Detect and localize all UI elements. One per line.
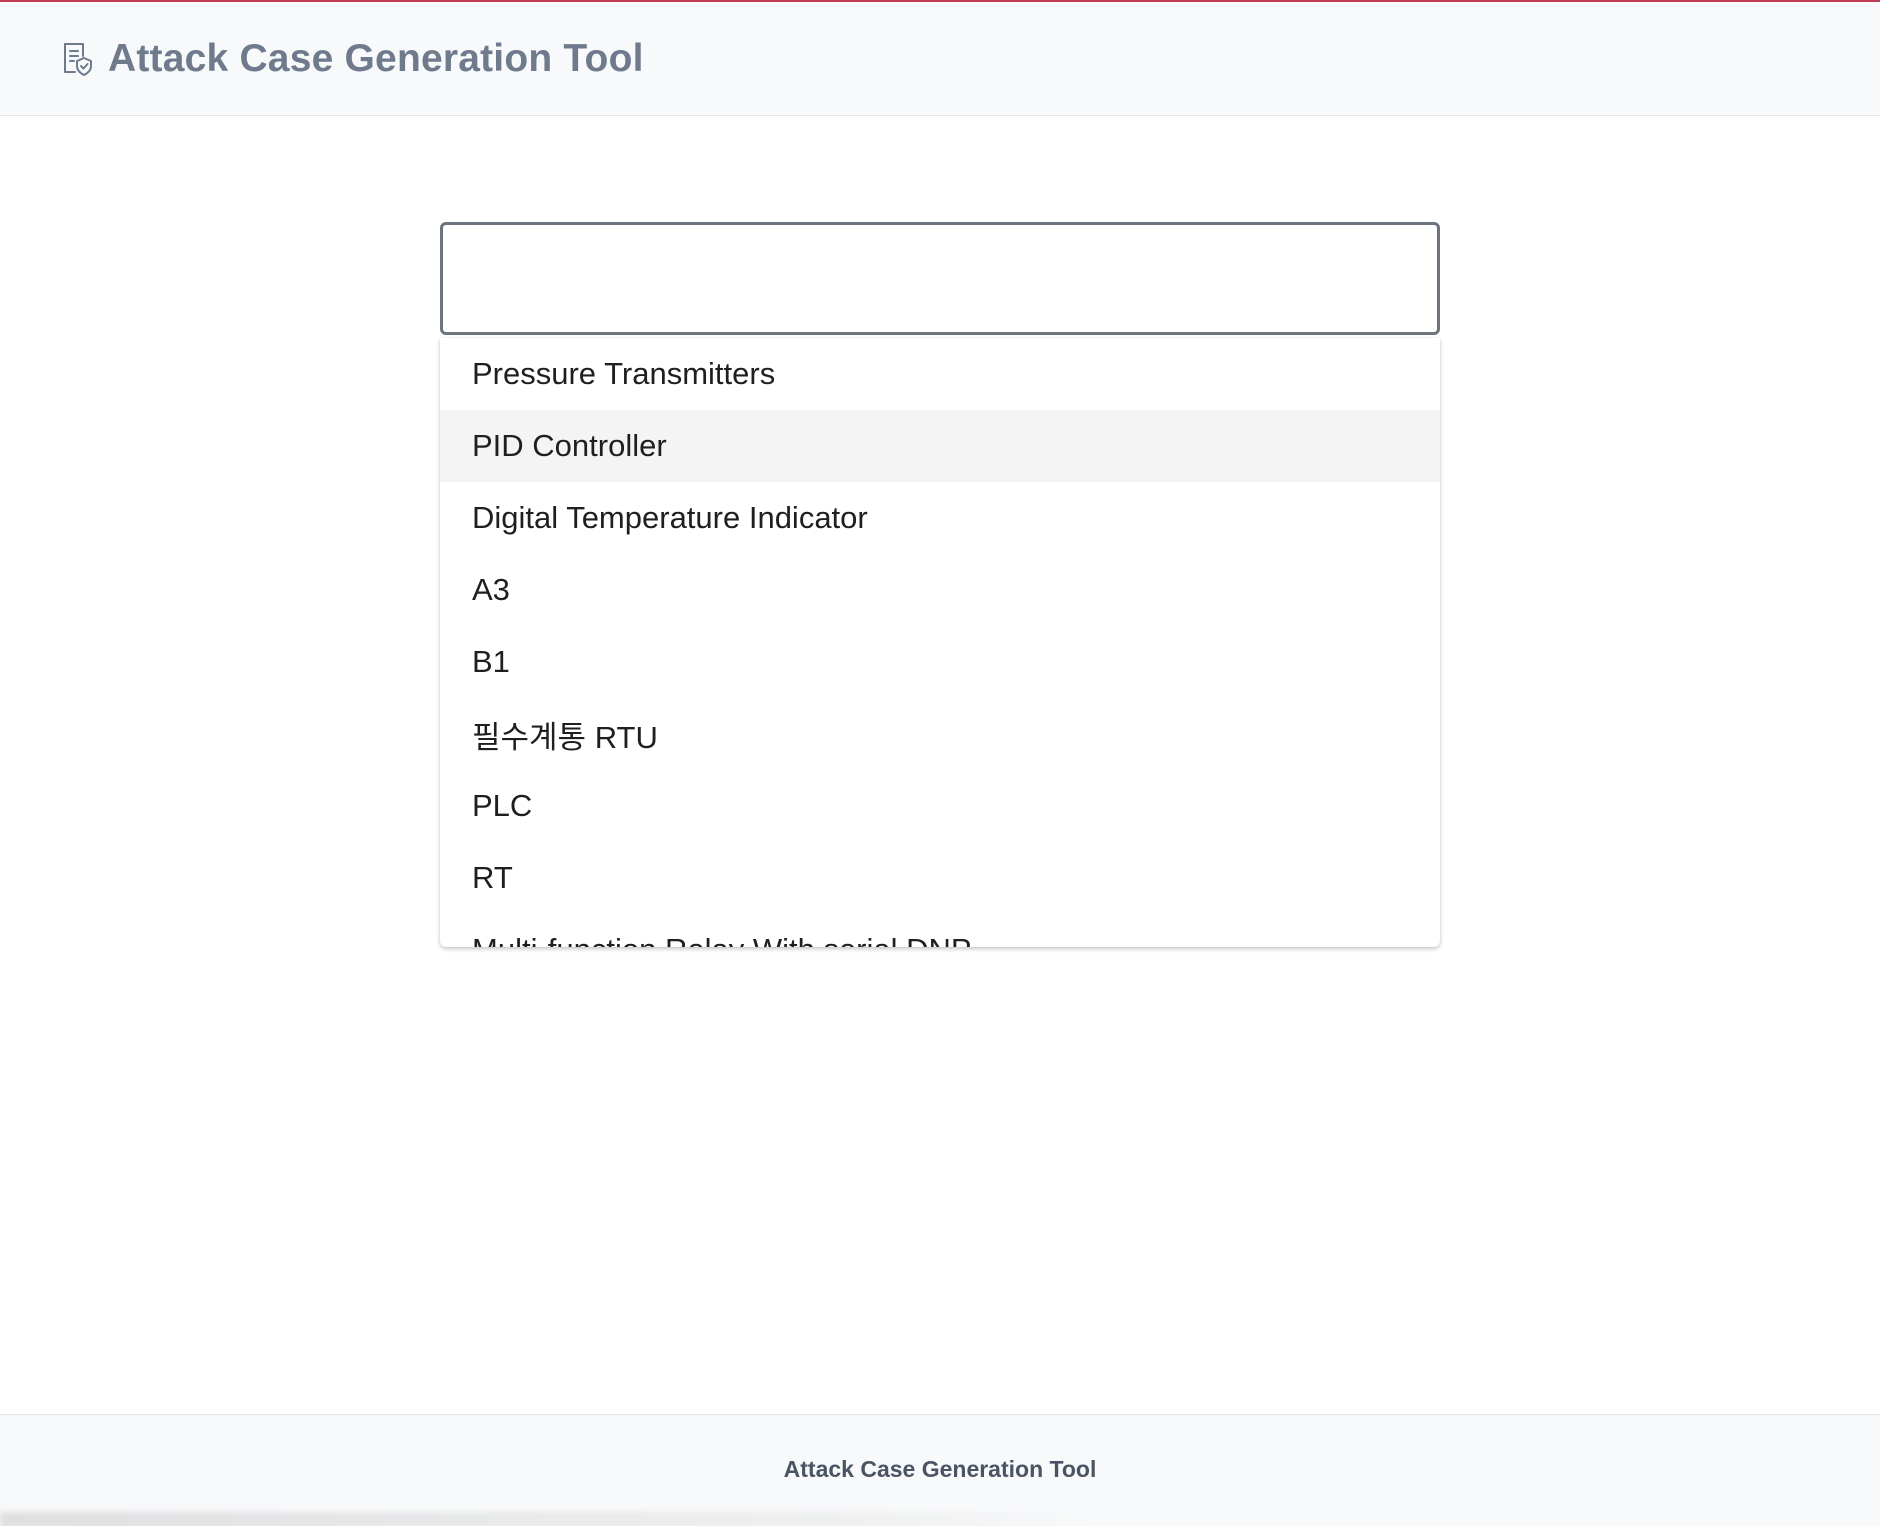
app-root: Attack Case Generation Tool Pressure Tra… xyxy=(0,0,1880,1526)
option-plc[interactable]: PLC xyxy=(440,770,1440,842)
document-shield-icon xyxy=(60,41,94,77)
option-a3[interactable]: A3 xyxy=(440,554,1440,626)
option-essential-system-rtu[interactable]: 필수계통 RTU xyxy=(440,698,1440,770)
option-rt[interactable]: RT xyxy=(440,842,1440,914)
footer-text: Attack Case Generation Tool xyxy=(783,1456,1097,1482)
options-dropdown[interactable]: Pressure Transmitters PID Controller Dig… xyxy=(440,338,1440,947)
app-footer: Attack Case Generation Tool xyxy=(0,1414,1880,1526)
app-title: Attack Case Generation Tool xyxy=(108,36,644,80)
option-pid-controller[interactable]: PID Controller xyxy=(440,410,1440,482)
app-header: Attack Case Generation Tool xyxy=(0,2,1880,116)
option-pressure-transmitters[interactable]: Pressure Transmitters xyxy=(440,338,1440,410)
option-digital-temperature-indicator[interactable]: Digital Temperature Indicator xyxy=(440,482,1440,554)
footer-shadow xyxy=(0,1512,1100,1526)
option-b1[interactable]: B1 xyxy=(440,626,1440,698)
option-multi-function-relay[interactable]: Multi-function Relay With serial DNP xyxy=(440,914,1440,947)
device-search-input[interactable] xyxy=(440,222,1440,335)
device-combobox: Pressure Transmitters PID Controller Dig… xyxy=(440,222,1440,947)
